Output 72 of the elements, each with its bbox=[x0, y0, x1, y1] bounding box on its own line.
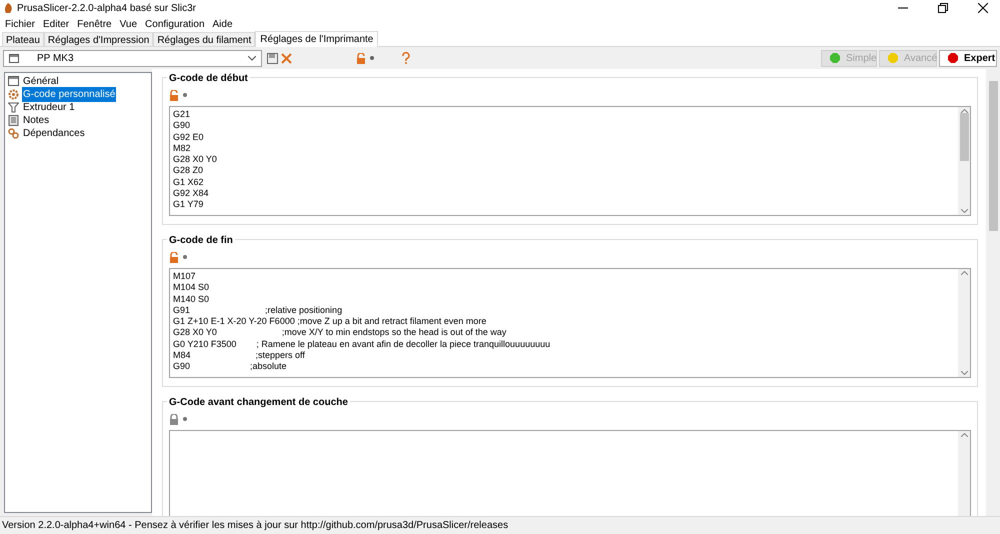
menu-item[interactable]: Vue bbox=[120, 16, 138, 32]
editor-scrollbar[interactable] bbox=[958, 431, 970, 516]
delete-icon[interactable] bbox=[281, 52, 292, 64]
preset-dropdown[interactable]: PP MK3 bbox=[3, 50, 262, 66]
code-line: G28 Z0 bbox=[173, 165, 204, 177]
window-icon bbox=[8, 76, 19, 87]
code-line: M82 bbox=[173, 142, 192, 154]
app-logo-icon bbox=[4, 3, 13, 13]
tree-item[interactable]: Extrudeur 1 bbox=[22, 100, 76, 115]
code-editor[interactable] bbox=[169, 268, 971, 378]
code-line: G92 E0 bbox=[173, 132, 205, 143]
notes-icon bbox=[8, 115, 19, 126]
editor-scrollbar[interactable] bbox=[958, 269, 970, 377]
unlocked-lock-icon[interactable] bbox=[356, 52, 366, 64]
editor-scrollbar[interactable] bbox=[958, 107, 970, 215]
dot-icon bbox=[370, 56, 374, 60]
window-icon bbox=[9, 54, 19, 62]
code-line: G92 X84 bbox=[173, 188, 210, 200]
tree-item[interactable]: G-code personnalisé bbox=[22, 87, 116, 102]
code-line: G90 bbox=[173, 120, 192, 132]
scrollbar-thumb[interactable] bbox=[988, 81, 998, 231]
menu-item[interactable]: Aide bbox=[212, 16, 233, 32]
dot-icon bbox=[183, 417, 187, 421]
save-icon[interactable] bbox=[267, 52, 278, 64]
chevron-up-icon[interactable] bbox=[960, 271, 968, 275]
funnel-icon bbox=[8, 102, 19, 113]
tab[interactable]: Réglages de l'Imprimante bbox=[255, 31, 378, 47]
scrollbar-thumb[interactable] bbox=[960, 113, 968, 161]
window-title: PrusaSlicer-2.2.0-alpha4 basé sur Slic3r bbox=[17, 2, 196, 16]
menu-item[interactable]: Configuration bbox=[145, 16, 205, 32]
chevron-down-icon[interactable] bbox=[960, 209, 968, 213]
code-line: G1 Z+10 E-1 X-20 Y-20 F6000 ;move Z up a bit and retract filament even more bbox=[173, 316, 488, 328]
tree-item[interactable]: Général bbox=[22, 74, 60, 89]
status-text: Version 2.2.0-alpha4+win64 - Pensez à vérifier les mises à jour sur http://github.com/prusa3d/PrusaSlicer/releases bbox=[2, 519, 508, 533]
tree-item[interactable]: Dépendances bbox=[22, 126, 86, 141]
code-editor[interactable]: G21 G90 G92 E0 M82 G28 X0 Y0 G28 Z0 G1 X62 G92 X84 G1 Y79 bbox=[169, 106, 971, 216]
menu-item[interactable]: Fichier bbox=[5, 16, 36, 32]
dot-icon bbox=[183, 255, 187, 259]
locked-lock-icon[interactable] bbox=[169, 414, 179, 424]
tree-item[interactable]: Notes bbox=[22, 113, 50, 128]
tab[interactable]: Réglages d'Impression bbox=[44, 32, 154, 46]
chevron-up-icon[interactable] bbox=[960, 109, 968, 113]
unlocked-lock-icon[interactable] bbox=[169, 252, 179, 262]
code-line: M104 S0 bbox=[173, 282, 210, 294]
menu-item[interactable]: Fenêtre bbox=[77, 16, 112, 32]
tab[interactable]: Plateau bbox=[2, 32, 44, 46]
code-line: M84 ;steppers off bbox=[173, 350, 306, 362]
close-icon[interactable] bbox=[978, 3, 988, 13]
unlocked-lock-icon[interactable] bbox=[169, 90, 179, 100]
code-line: G0 Y210 F3500 ; Ramene le plateau en avant afin de decoller la piece tranquillouuuuuuuu bbox=[173, 338, 552, 350]
menu-item[interactable]: Editer bbox=[43, 16, 70, 32]
preset-value: PP MK3 bbox=[37, 52, 74, 66]
chevron-down-icon[interactable] bbox=[960, 371, 968, 375]
code-line: M140 S0 bbox=[173, 294, 210, 305]
code-line: M107 bbox=[173, 271, 197, 282]
code-line: G28 X0 Y0 ;move X/Y to min endstops so the head is out of the way bbox=[173, 327, 508, 339]
code-line: G28 X0 Y0 bbox=[173, 154, 218, 166]
code-line: G91 ;relative positioning bbox=[173, 304, 344, 316]
question-mark-icon[interactable] bbox=[402, 52, 410, 64]
chevron-down-icon bbox=[248, 56, 256, 60]
code-line: G90 ;absolute bbox=[173, 361, 288, 373]
code-line: G1 X62 bbox=[173, 176, 205, 188]
chain-link-icon bbox=[8, 128, 19, 139]
restore-icon[interactable] bbox=[938, 3, 948, 13]
mode-button[interactable]: Expert bbox=[939, 50, 997, 66]
chevron-up-icon[interactable] bbox=[960, 433, 968, 437]
dot-icon bbox=[183, 93, 187, 97]
code-line: G1 Y79 bbox=[173, 199, 204, 211]
tab[interactable]: Réglages du filament bbox=[153, 32, 256, 46]
section-title: G-Code avant changement de couche bbox=[167, 395, 350, 410]
gear-icon bbox=[8, 89, 19, 100]
code-line: G21 bbox=[173, 109, 192, 120]
